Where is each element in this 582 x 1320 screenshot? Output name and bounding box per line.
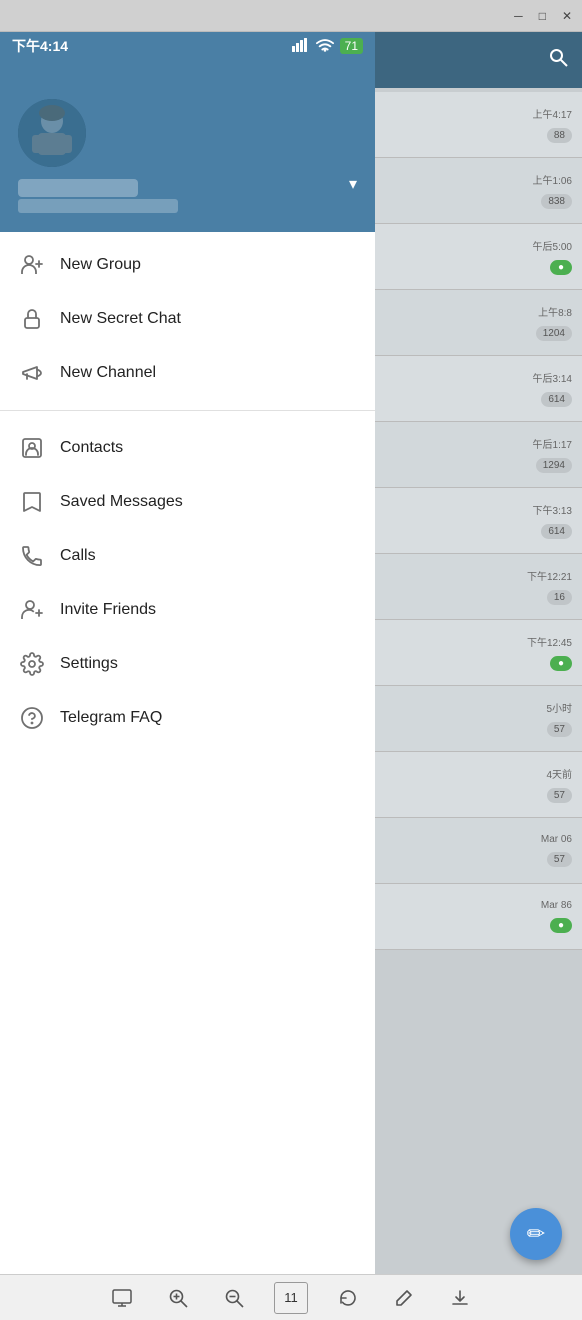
telegram-faq-label: Telegram FAQ	[60, 709, 162, 727]
new-secret-chat-label: New Secret Chat	[60, 310, 181, 328]
wifi-icon	[316, 38, 334, 55]
bookmark-icon	[20, 490, 60, 514]
status-time: 下午4:14	[12, 36, 68, 56]
right-panel-header	[375, 32, 582, 88]
list-item: 4天前57	[375, 752, 582, 818]
avatar-image	[18, 99, 86, 167]
list-item: Mar 86●	[375, 884, 582, 950]
status-icons: 71	[292, 38, 363, 55]
refresh-button[interactable]	[332, 1282, 364, 1314]
list-item: 午后3:14614	[375, 356, 582, 422]
download-button[interactable]	[444, 1282, 476, 1314]
list-item: 5小时57	[375, 686, 582, 752]
user-phone	[18, 199, 357, 216]
menu-section-create: New Group New Secret Chat New Channel	[0, 232, 375, 406]
list-item: 下午12:45●	[375, 620, 582, 686]
monitor-button[interactable]	[106, 1282, 138, 1314]
sidebar-item-new-channel[interactable]: New Channel	[0, 346, 375, 400]
contacts-label: Contacts	[60, 439, 123, 457]
list-item: 上午1:06838	[375, 158, 582, 224]
sidebar-item-saved-messages[interactable]: Saved Messages	[0, 475, 375, 529]
faq-icon	[20, 706, 60, 730]
chat-list-bg: 上午4:1788 上午1:06838 午后5:00● 上午8:81204 午后3…	[375, 88, 582, 950]
menu-section-main: Contacts Saved Messages Calls	[0, 415, 375, 751]
close-button[interactable]: ✕	[562, 10, 572, 22]
new-channel-label: New Channel	[60, 364, 156, 382]
settings-icon	[20, 652, 60, 676]
sidebar-item-telegram-faq[interactable]: Telegram FAQ	[0, 691, 375, 745]
calls-label: Calls	[60, 547, 96, 565]
list-item: 下午12:2116	[375, 554, 582, 620]
page-indicator: 11	[274, 1282, 308, 1314]
compose-fab[interactable]: ✏	[510, 1208, 562, 1260]
sidebar-item-settings[interactable]: Settings	[0, 637, 375, 691]
group-icon	[20, 253, 60, 277]
list-item: Mar 0657	[375, 818, 582, 884]
dropdown-arrow-icon[interactable]: ▾	[349, 174, 357, 194]
sidebar-item-new-group[interactable]: New Group	[0, 238, 375, 292]
user-name-text	[18, 179, 138, 197]
settings-label: Settings	[60, 655, 118, 673]
phone-icon	[20, 544, 60, 568]
battery-icon: 71	[340, 38, 363, 54]
invite-icon	[20, 598, 60, 622]
zoom-in-button[interactable]	[162, 1282, 194, 1314]
list-item: 午后5:00●	[375, 224, 582, 290]
sidebar-item-new-secret-chat[interactable]: New Secret Chat	[0, 292, 375, 346]
list-item: 上午8:81204	[375, 290, 582, 356]
menu-divider	[0, 410, 375, 411]
list-item: 下午3:13614	[375, 488, 582, 554]
sidebar-header: ▾	[0, 32, 375, 232]
zoom-out-button[interactable]	[218, 1282, 250, 1314]
edit-icon: ✏	[527, 1221, 545, 1247]
avatar[interactable]	[18, 99, 86, 167]
lock-icon	[20, 307, 60, 331]
user-name	[18, 179, 357, 197]
search-icon[interactable]	[548, 47, 568, 73]
sidebar-item-invite-friends[interactable]: Invite Friends	[0, 583, 375, 637]
new-group-label: New Group	[60, 256, 141, 274]
edit-button[interactable]	[388, 1282, 420, 1314]
sidebar-item-contacts[interactable]: Contacts	[0, 421, 375, 475]
sidebar: ▾ New Group New Secret Chat	[0, 32, 375, 1320]
signal-icon	[292, 38, 310, 55]
invite-friends-label: Invite Friends	[60, 601, 156, 619]
megaphone-icon	[20, 361, 60, 385]
status-bar: 下午4:14 71	[0, 32, 375, 60]
contacts-icon	[20, 436, 60, 460]
maximize-button[interactable]: □	[539, 10, 546, 22]
list-item: 午后1:171294	[375, 422, 582, 488]
list-item: 上午4:1788	[375, 92, 582, 158]
minimize-button[interactable]: ─	[514, 10, 523, 22]
bottom-toolbar: 11	[0, 1274, 582, 1320]
saved-messages-label: Saved Messages	[60, 493, 183, 511]
window-titlebar: ─ □ ✕	[0, 0, 582, 32]
user-phone-text	[18, 199, 178, 213]
right-panel: 上午4:1788 上午1:06838 午后5:00● 上午8:81204 午后3…	[375, 32, 582, 1320]
sidebar-item-calls[interactable]: Calls	[0, 529, 375, 583]
